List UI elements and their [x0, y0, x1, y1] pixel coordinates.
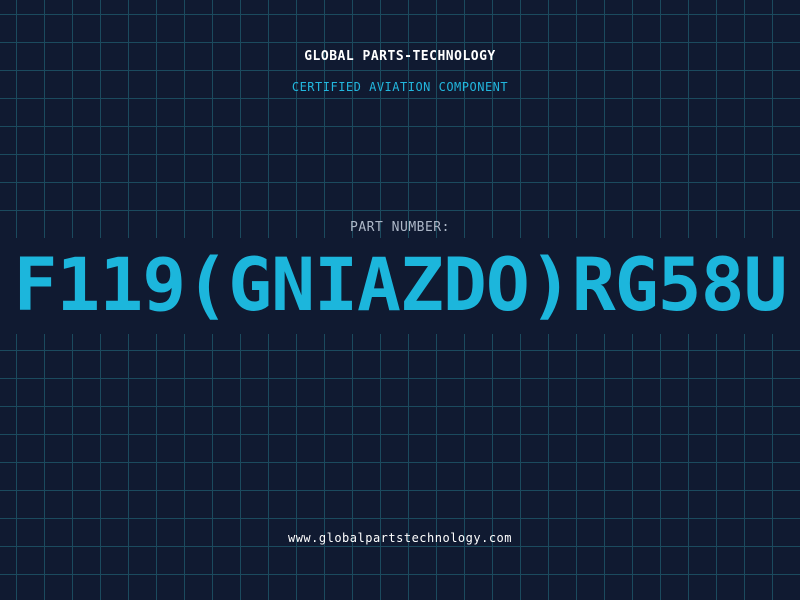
part-number-label: PART NUMBER: — [350, 220, 450, 235]
website-url: www.globalpartstechnology.com — [287, 531, 512, 545]
blueprint-canvas: GLOBAL PARTS-TECHNOLOGY CERTIFIED AVIATI… — [0, 0, 800, 600]
part-number-band: F119(GNIAZDO)RG58U — [0, 238, 800, 334]
part-number-value: F119(GNIAZDO)RG58U — [13, 243, 787, 328]
company-name: GLOBAL PARTS-TECHNOLOGY — [304, 49, 496, 64]
certification-subtitle: CERTIFIED AVIATION COMPONENT — [291, 80, 509, 94]
